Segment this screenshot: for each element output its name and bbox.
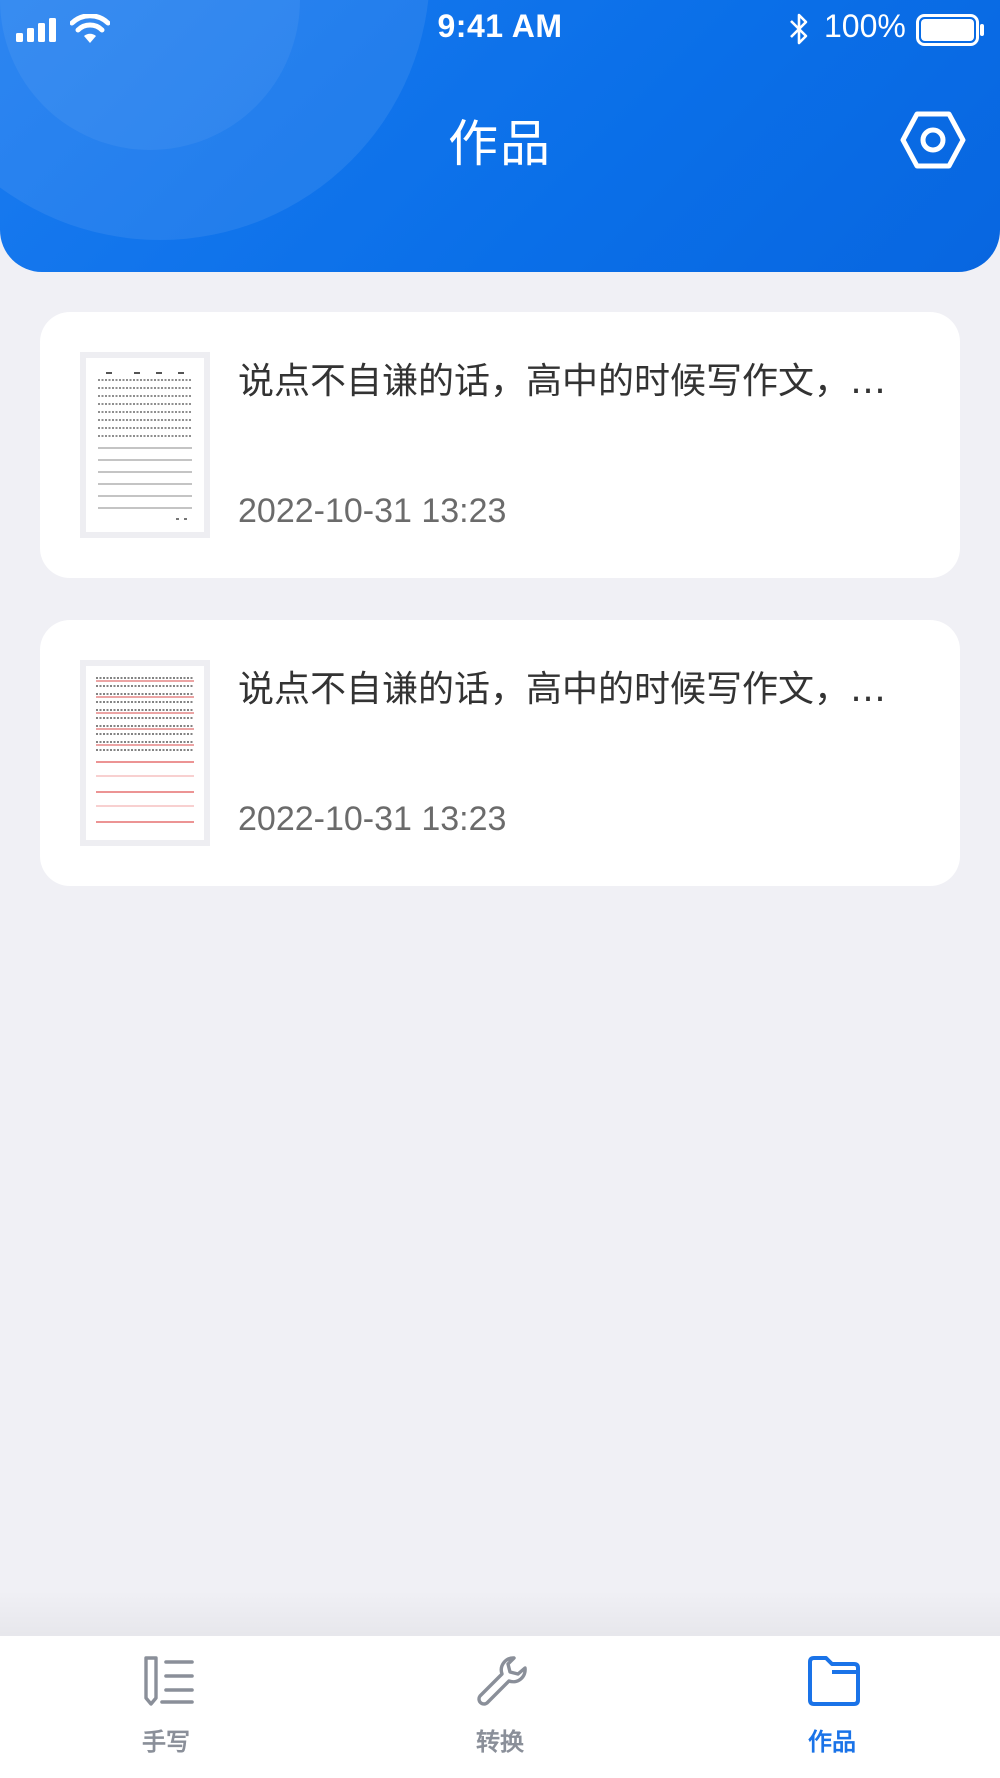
work-title: 说点不自谦的话，高中的时候写作文，… xyxy=(238,669,887,710)
folder-icon xyxy=(808,1656,860,1706)
tab-label: 作品 xyxy=(808,1728,856,1756)
header: 9:41 AM 100% 作品 xyxy=(0,0,1000,272)
work-list-item[interactable]: 说点不自谦的话，高中的时候写作文，… 2022-10-31 13:23 xyxy=(40,620,960,886)
document-preview-icon xyxy=(98,372,192,520)
settings-hexagon-icon[interactable] xyxy=(900,110,966,170)
work-date: 2022-10-31 13:23 xyxy=(238,800,507,838)
tab-works[interactable]: 作品 xyxy=(732,1636,932,1778)
page-title: 作品 xyxy=(448,115,552,173)
wrench-icon xyxy=(477,1656,527,1706)
tab-label: 转换 xyxy=(476,1728,524,1756)
tab-bar: 手写 转换 作品 xyxy=(0,1636,1000,1778)
work-date: 2022-10-31 13:23 xyxy=(238,492,507,530)
bluetooth-icon xyxy=(790,13,808,45)
work-thumbnail xyxy=(80,352,210,538)
battery-percent: 100% xyxy=(824,8,906,44)
handwriting-icon xyxy=(144,1656,194,1706)
tab-bar-shadow xyxy=(0,1590,1000,1636)
tab-handwriting[interactable]: 手写 xyxy=(66,1636,266,1778)
work-title: 说点不自谦的话，高中的时候写作文，… xyxy=(238,361,887,402)
status-bar: 9:41 AM 100% xyxy=(0,0,1000,58)
work-list-item[interactable]: 说点不自谦的话，高中的时候写作文，… 2022-10-31 13:23 xyxy=(40,312,960,578)
tab-label: 手写 xyxy=(142,1728,190,1756)
work-thumbnail xyxy=(80,660,210,846)
battery-icon xyxy=(916,14,984,46)
document-preview-icon xyxy=(96,677,194,823)
tab-convert[interactable]: 转换 xyxy=(400,1636,600,1778)
